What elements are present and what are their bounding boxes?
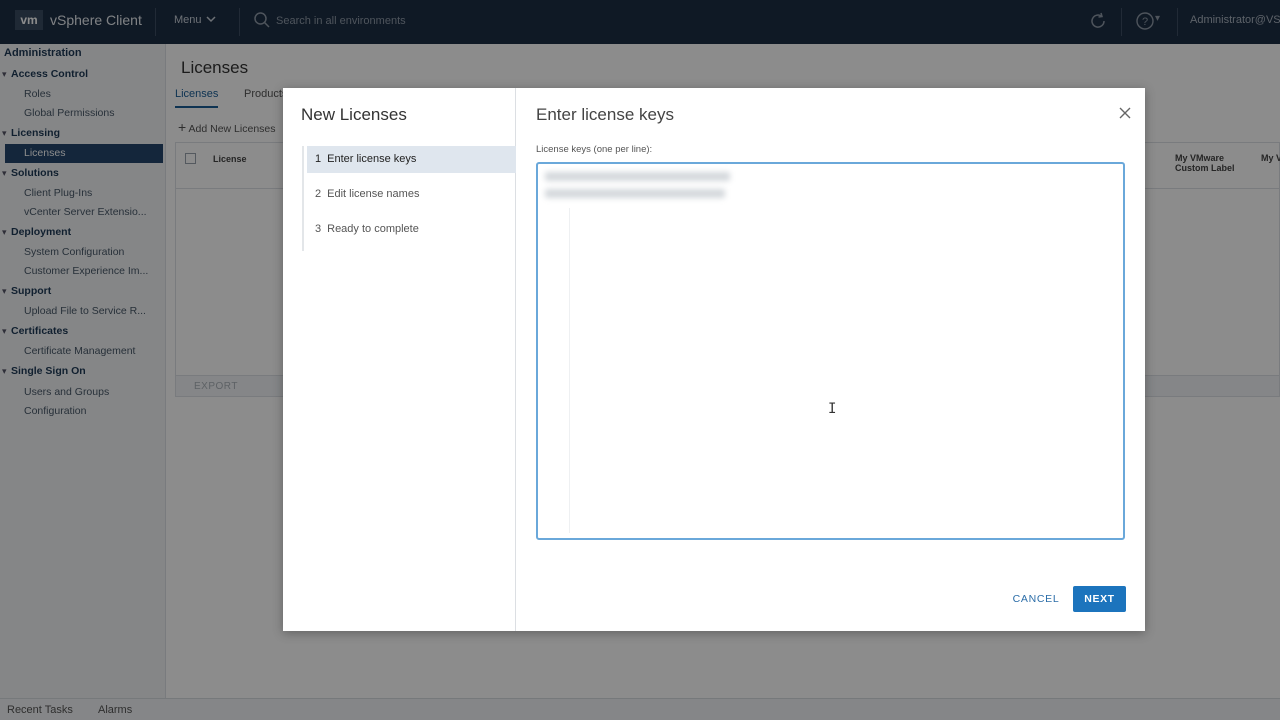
redacted-license-keys xyxy=(545,172,730,206)
wizard-step-3[interactable]: 3 Ready to complete xyxy=(307,216,516,243)
new-licenses-dialog: New Licenses 1 Enter license keys 2 Edit l… xyxy=(283,88,1145,631)
step-number: 2 xyxy=(315,188,322,200)
step-title: Enter license keys xyxy=(536,105,674,124)
next-button[interactable]: NEXT xyxy=(1073,586,1126,612)
license-keys-label: License keys (one per line): xyxy=(536,144,653,155)
redacted-key-line xyxy=(545,172,730,181)
steps-track xyxy=(302,146,304,251)
license-keys-textarea[interactable] xyxy=(536,162,1125,540)
step-label: Edit license names xyxy=(327,188,420,200)
close-icon[interactable] xyxy=(1116,105,1134,123)
cancel-button[interactable]: CANCEL xyxy=(1007,586,1065,612)
wizard-steps-panel: New Licenses 1 Enter license keys 2 Edit l… xyxy=(283,88,516,631)
step-number: 3 xyxy=(315,223,322,235)
step-number: 1 xyxy=(315,153,322,165)
wizard-step-1[interactable]: 1 Enter license keys xyxy=(307,146,516,173)
step-label: Ready to complete xyxy=(327,223,419,235)
text-cursor-icon: I xyxy=(828,401,837,417)
step-label: Enter license keys xyxy=(327,153,417,165)
textarea-gutter xyxy=(569,208,570,533)
wizard-title: New Licenses xyxy=(301,105,407,124)
wizard-step-2[interactable]: 2 Edit license names xyxy=(307,181,516,208)
redacted-key-line xyxy=(545,189,725,198)
